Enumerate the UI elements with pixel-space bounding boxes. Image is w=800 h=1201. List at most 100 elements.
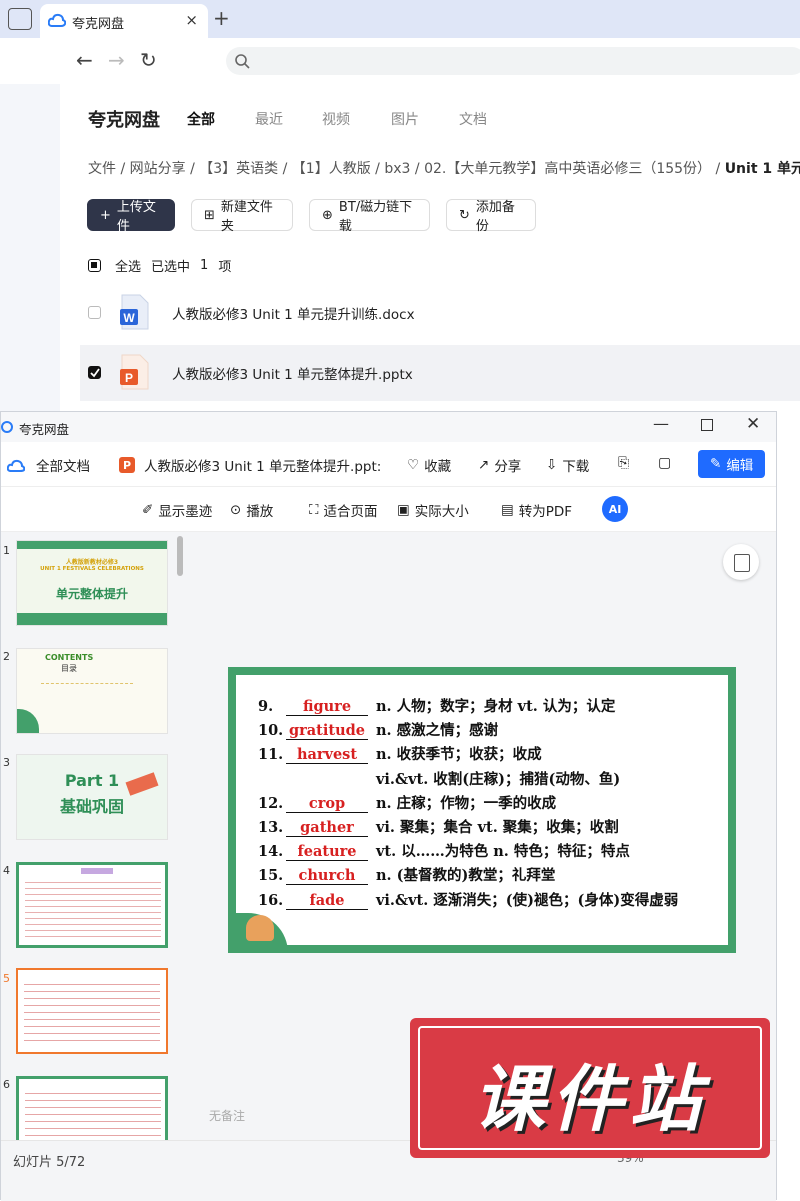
- selected-count: 1: [200, 258, 209, 273]
- download-button[interactable]: ⇩ 下载: [546, 455, 589, 475]
- upload-label: 上传文件: [116, 200, 156, 234]
- to-pdf-label: 转为PDF: [518, 504, 573, 520]
- fit-icon: ⛶: [309, 502, 319, 518]
- breadcrumb-item[interactable]: 网站分享: [130, 161, 186, 177]
- breadcrumb-item[interactable]: 【1】人教版: [292, 161, 371, 177]
- file-name[interactable]: 人教版必修3 Unit 1 单元提升训练.docx: [172, 303, 415, 323]
- slide-line: 16. fade vi.&vt. 逐渐消失；(使)褪色；(身体)变得虚弱: [258, 889, 678, 910]
- select-all-label[interactable]: 全选: [115, 256, 141, 275]
- breadcrumb-item[interactable]: 文件: [88, 161, 116, 177]
- minimize-icon[interactable]: —: [653, 414, 669, 433]
- tab-all[interactable]: 全部: [187, 109, 215, 129]
- browser-tab[interactable]: 夸克网盘 ×: [40, 4, 208, 38]
- pdf-convert-float-icon[interactable]: [723, 544, 759, 580]
- favorite-button[interactable]: ♡ 收藏: [407, 455, 451, 475]
- thumbnail-slide-1[interactable]: 人教版新教材必修3 UNIT 1 FESTIVALS CELEBRATIONS …: [16, 540, 168, 626]
- new-folder-button[interactable]: ⊞ 新建文件夹: [191, 199, 293, 234]
- thumbnail-slide-5-current[interactable]: [16, 968, 168, 1054]
- definition-text: n. 人物；数字；身材 vt. 认为；认定: [376, 698, 616, 715]
- bt-download-button[interactable]: ⊕ BT/磁力链下载: [309, 199, 430, 234]
- left-rail: [0, 84, 60, 414]
- line-number: 9.: [258, 698, 274, 715]
- quark-cloud-icon: [7, 459, 25, 472]
- close-tab-icon[interactable]: ×: [185, 11, 198, 29]
- selected-prefix: 已选中: [151, 260, 191, 275]
- edit-button[interactable]: ✎ 编辑: [698, 450, 766, 478]
- file-checkbox[interactable]: [88, 366, 101, 379]
- select-all-checkbox[interactable]: [88, 259, 101, 272]
- current-slide: 9. figure n. 人物；数字；身材 vt. 认为；认定 10. gratitud…: [228, 667, 736, 953]
- breadcrumb-item[interactable]: 【3】英语类: [199, 161, 278, 177]
- answer-blank: figure: [286, 698, 368, 716]
- ai-assistant-button[interactable]: AI: [602, 496, 628, 522]
- breadcrumb: 文件 / 网站分享 / 【3】英语类 / 【1】人教版 / bx3 / 02.【…: [88, 158, 800, 178]
- definition-text: vi. 聚集；集合 vt. 聚集；收集；收割: [376, 819, 619, 836]
- fit-page-button[interactable]: ⛶ 适合页面: [309, 500, 377, 520]
- line-number: 12.: [258, 794, 284, 812]
- show-ink-button[interactable]: ✐ 显示墨迹: [142, 500, 212, 520]
- file-row[interactable]: P 人教版必修3 Unit 1 单元整体提升.pptx: [80, 345, 800, 401]
- new-folder-label: 新建文件夹: [220, 200, 273, 234]
- back-icon[interactable]: ←: [76, 48, 93, 72]
- ink-label: 显示墨迹: [158, 504, 213, 520]
- file-row[interactable]: W 人教版必修3 Unit 1 单元提升训练.docx: [80, 285, 800, 341]
- powerpoint-file-icon: P: [120, 354, 149, 390]
- share-button[interactable]: ↗ 分享: [478, 455, 521, 475]
- maximize-icon[interactable]: [701, 419, 713, 431]
- viewer-toolbar: 全部文档 P 人教版必修3 Unit 1 单元整体提升.ppt: ♡ 收藏 ↗ 分享…: [1, 442, 776, 487]
- thumbnail-scrollbar[interactable]: [177, 536, 183, 576]
- tab-docs[interactable]: 文档: [459, 109, 487, 129]
- tab-video[interactable]: 视频: [322, 109, 350, 129]
- actual-size-button[interactable]: ▣ 实际大小: [397, 500, 469, 520]
- thumbnail-slide-2[interactable]: CONTENTS 目录: [16, 648, 168, 734]
- to-pdf-button[interactable]: ▤ 转为PDF: [501, 500, 572, 520]
- feedback-icon[interactable]: ▢: [658, 455, 671, 471]
- slide-line: 10. gratitude n. 感激之情；感谢: [258, 719, 499, 741]
- thumb-number: 5: [3, 972, 10, 985]
- ink-icon: ✐: [142, 502, 154, 518]
- line-number: 14.: [258, 843, 284, 861]
- thumbnail-slide-6[interactable]: [16, 1076, 168, 1140]
- pencil-icon: ✎: [710, 456, 722, 472]
- definition-text: n. 庄稼；作物；一季的收成: [376, 794, 557, 812]
- reload-icon[interactable]: ↻: [140, 48, 157, 72]
- breadcrumb-item[interactable]: bx3: [384, 161, 410, 177]
- fit-label: 适合页面: [323, 504, 378, 520]
- tab-recent[interactable]: 最近: [255, 109, 283, 129]
- svg-text:P: P: [125, 371, 133, 385]
- play-button[interactable]: ⊙ 播放: [230, 500, 273, 520]
- slide-line: 11. harvest n. 收获季节；收获；收成: [258, 743, 542, 765]
- viewer-titlebar: 夸克网盘 — ✕: [1, 412, 776, 442]
- thumb-subtitle: 目录: [61, 664, 77, 673]
- breadcrumb-item[interactable]: 02.【大单元教学】高中英语必修三（155份）: [424, 161, 711, 177]
- add-backup-button[interactable]: ↻ 添加备份: [446, 199, 536, 234]
- file-checkbox[interactable]: [88, 306, 101, 319]
- upload-button[interactable]: + 上传文件: [87, 199, 175, 234]
- thumb-title: 人教版新教材必修3: [65, 559, 119, 566]
- line-number: 16.: [258, 891, 284, 909]
- export-icon[interactable]: ⎘: [618, 455, 629, 471]
- download-icon: ⇩: [546, 457, 558, 473]
- all-docs-button[interactable]: 全部文档: [7, 455, 90, 475]
- pan-brand: 夸克网盘: [88, 110, 160, 131]
- edit-label: 编辑: [726, 458, 754, 474]
- file-name[interactable]: 人教版必修3 Unit 1 单元整体提升.pptx: [172, 363, 413, 383]
- all-docs-label: 全部文档: [36, 459, 90, 475]
- close-window-icon[interactable]: ✕: [746, 414, 760, 434]
- line-number: 15.: [258, 867, 284, 885]
- plus-icon: +: [100, 207, 111, 223]
- new-tab-button[interactable]: +: [213, 6, 230, 30]
- tab-title: 夸克网盘: [72, 17, 125, 32]
- tab-images[interactable]: 图片: [391, 109, 419, 129]
- tab-search-icon[interactable]: [8, 8, 32, 30]
- definition-text: n. 感激之情；感谢: [376, 722, 499, 740]
- line-number: 11.: [258, 746, 284, 764]
- answer-blank: feature: [286, 843, 368, 862]
- forward-icon[interactable]: →: [108, 48, 125, 72]
- address-bar[interactable]: [226, 47, 800, 75]
- thumbnail-slide-4[interactable]: [16, 862, 168, 948]
- folder-plus-icon: ⊞: [204, 207, 215, 223]
- line-number: 13.: [258, 819, 284, 836]
- thumbnail-slide-3[interactable]: Part 1 基础巩固: [16, 754, 168, 840]
- slide-thumbnails[interactable]: 1 人教版新教材必修3 UNIT 1 FESTIVALS CELEBRATION…: [1, 532, 187, 1140]
